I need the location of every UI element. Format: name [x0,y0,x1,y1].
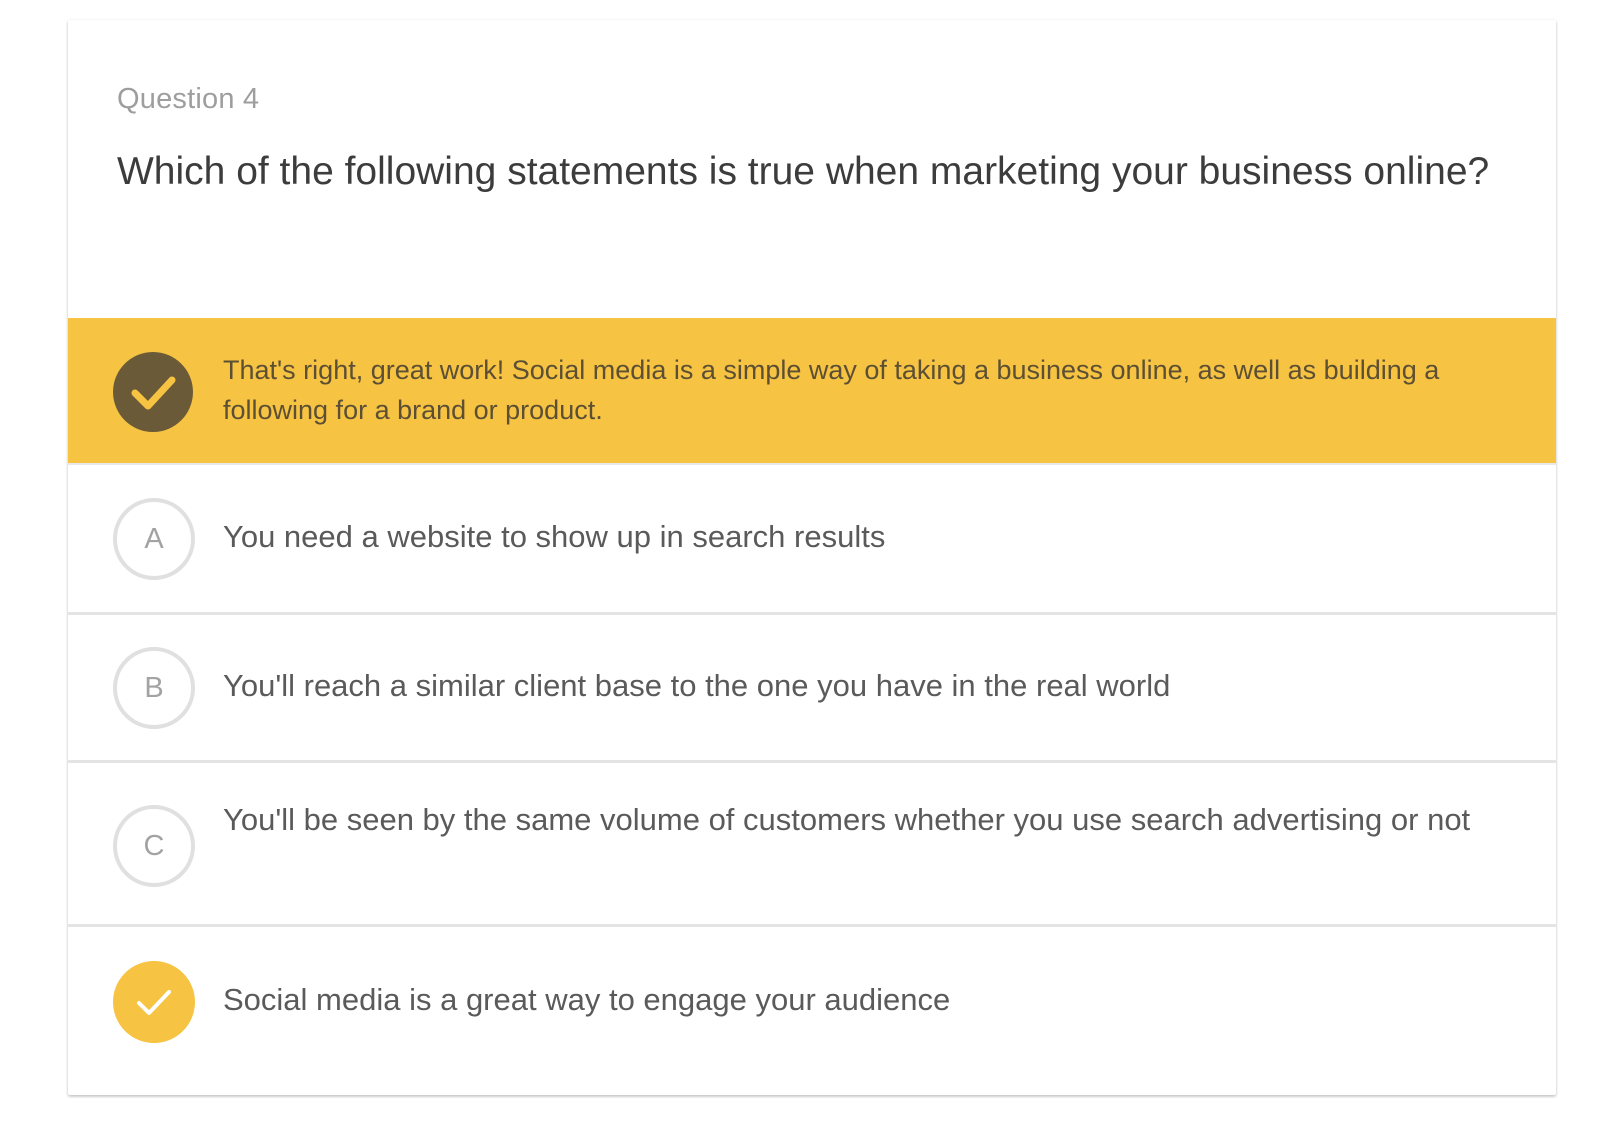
checkmark-icon [113,961,195,1043]
option-letter-badge: A [113,498,195,580]
feedback-text: That's right, great work! Social media i… [223,355,1440,425]
answer-option-b[interactable]: B You'll reach a similar client base to … [68,615,1556,763]
feedback-banner: That's right, great work! Social media i… [68,318,1556,465]
answer-option-correct[interactable]: Social media is a great way to engage yo… [68,927,1556,1073]
option-text: You'll reach a similar client base to th… [223,668,1171,703]
option-text: You need a website to show up in search … [223,519,886,554]
option-text: Social media is a great way to engage yo… [223,982,951,1017]
option-letter-badge: B [113,647,195,729]
question-card: Question 4 Which of the following statem… [68,20,1556,1095]
checkmark-icon [113,352,193,432]
option-text: You'll be seen by the same volume of cus… [223,802,1471,837]
option-letter-badge: C [113,805,195,887]
answer-option-a[interactable]: A You need a website to show up in searc… [68,465,1556,615]
question-header: Question 4 Which of the following statem… [68,20,1556,318]
question-text: Which of the following statements is tru… [117,150,1490,193]
answer-option-c[interactable]: C You'll be seen by the same volume of c… [68,763,1556,927]
question-number: Question 4 [117,83,260,115]
